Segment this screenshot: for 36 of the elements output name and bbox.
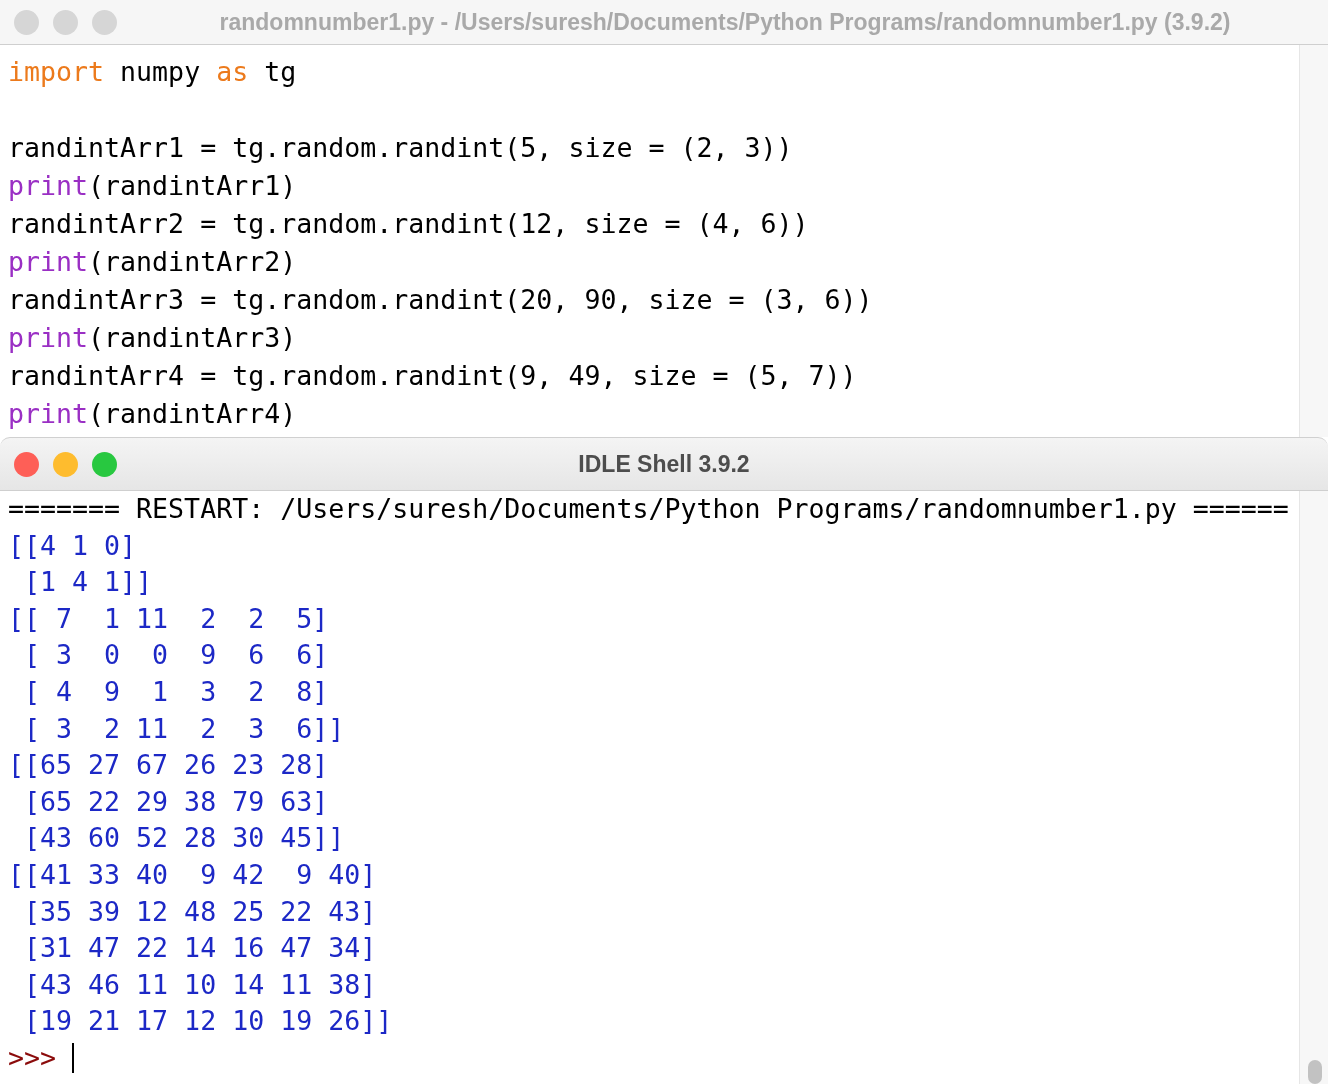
code-line: randintArr3 = tg.random.randint(20, 90, size = (3, 6)) [8, 283, 873, 317]
code-line: randintArr4 = tg.random.randint(9, 49, size = (5, 7)) [8, 359, 857, 393]
output-line: [19 21 17 12 10 19 26]] [23, 1004, 393, 1039]
output-line: [43 46 11 10 14 11 38] [23, 967, 377, 1002]
scrollbar[interactable] [1299, 491, 1328, 1084]
code-line: randintArr2 = tg.random.randint(12, size = (4, 6)) [8, 207, 809, 241]
code-line: print(randintArr2) [8, 245, 297, 279]
scrollbar[interactable] [1299, 45, 1328, 437]
code-line: randintArr1 = tg.random.randint(5, size = (2, 3)) [8, 131, 793, 165]
output-line: [31 47 22 14 16 47 34] [23, 931, 377, 966]
shell-prompt: >>> [8, 1040, 57, 1075]
output-line: ======= RESTART: /Users/suresh/Documents/Python Programs/randomnumber1.py ====== [8, 492, 1289, 526]
close-button[interactable] [14, 451, 39, 477]
output-line: [[41 33 40 9 42 9 40] [8, 857, 377, 892]
zoom-button[interactable] [92, 9, 117, 35]
output-line: [[4 1 0] [8, 528, 137, 563]
window-title: IDLE Shell 3.9.2 [577, 450, 751, 478]
code-line: import numpy as tg [8, 55, 297, 89]
minimize-button[interactable] [53, 9, 78, 35]
output-line: [35 39 12 48 25 22 43] [23, 894, 377, 929]
code-line: print(randintArr3) [8, 321, 297, 355]
code-line: print(randintArr1) [8, 169, 297, 203]
minimize-button[interactable] [53, 451, 78, 477]
text-cursor [72, 1043, 75, 1074]
code-line: print(randintArr4) [8, 397, 297, 431]
output-line: [ 4 9 1 3 2 8] [23, 674, 329, 709]
output-line: [65 22 29 38 79 63] [23, 784, 329, 819]
output-line: [[65 27 67 26 23 28] [8, 748, 329, 783]
zoom-button[interactable] [92, 451, 117, 477]
output-line: [ 3 2 11 2 3 6]] [23, 711, 345, 746]
output-line: [43 60 52 28 30 45]] [23, 821, 345, 856]
window-title: randomnumber1.py - /Users/suresh/Documents/Python Programs/randomnumber1.py (3.9.2) [218, 8, 1232, 36]
output-line: [ 3 0 0 9 6 6] [23, 638, 329, 673]
output-line: [1 4 1]] [23, 565, 153, 600]
close-button[interactable] [14, 9, 39, 35]
output-line: [[ 7 1 11 2 2 5] [8, 601, 329, 636]
